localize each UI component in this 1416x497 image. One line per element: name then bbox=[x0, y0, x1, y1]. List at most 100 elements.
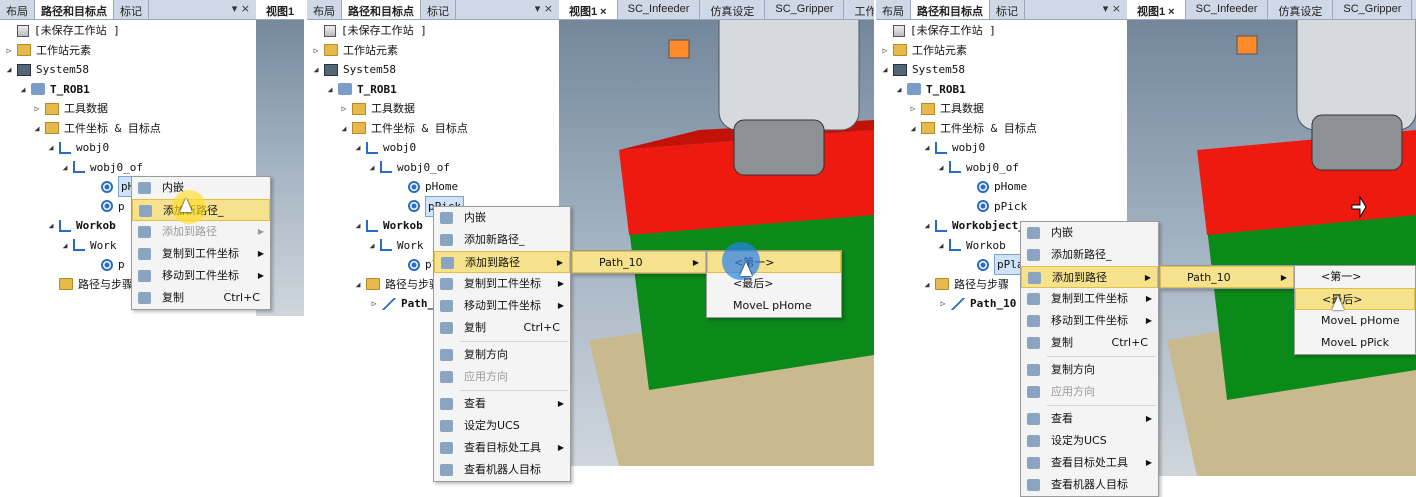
expand-arrow-icon[interactable]: ▷ bbox=[908, 99, 918, 118]
tree-node[interactable]: ◢ System58 bbox=[311, 60, 396, 79]
tree-node[interactable]: ◢ wobj0_of bbox=[367, 158, 450, 177]
tree-node[interactable]: ◢ Workob bbox=[353, 216, 423, 235]
tree-node[interactable]: ◢ wobj0_of bbox=[936, 158, 1019, 177]
view-tab[interactable]: SC_Gripper bbox=[765, 0, 845, 19]
tree-node[interactable]: ◢ T_ROB1 bbox=[18, 80, 90, 99]
tree-node[interactable]: ◢ 工件坐标 & 目标点 bbox=[32, 119, 161, 138]
view-tab[interactable]: 仿真设定 bbox=[1268, 0, 1334, 19]
tab-layout[interactable]: 布局 bbox=[0, 0, 35, 19]
expand-arrow-icon[interactable]: ◢ bbox=[353, 216, 363, 235]
menu-item[interactable]: 查看机器人目标 bbox=[1021, 474, 1158, 496]
tree-node[interactable]: ◢ wobj0_of bbox=[60, 158, 143, 177]
tree-node[interactable]: ▷ 工作站元素 bbox=[880, 41, 967, 60]
view-tab[interactable]: 仿真设定 bbox=[700, 0, 766, 19]
menu-item[interactable]: 设定为UCS bbox=[434, 415, 570, 437]
menu-item[interactable]: 添加新路径_ bbox=[1021, 244, 1158, 266]
view-tab[interactable]: 工作 bbox=[844, 0, 874, 19]
menu-item[interactable]: 复制到工件坐标 ▶ bbox=[132, 243, 270, 265]
tree-node[interactable]: pl bbox=[395, 255, 438, 274]
tree-node[interactable]: ◢ System58 bbox=[880, 60, 965, 79]
expand-arrow-icon[interactable]: ▷ bbox=[4, 41, 14, 60]
tree-node[interactable]: ◢ 路径与步骤 bbox=[353, 275, 440, 294]
tree-node[interactable]: 路径与步骤 bbox=[46, 275, 133, 294]
submenu-item[interactable]: Path_10 ▶ bbox=[572, 251, 706, 273]
expand-arrow-icon[interactable]: ▷ bbox=[880, 41, 890, 60]
tree-node[interactable]: ◢ Workobject_1 bbox=[922, 216, 1032, 235]
expand-arrow-icon[interactable]: ◢ bbox=[60, 236, 70, 255]
menu-item[interactable]: 复制方向 bbox=[434, 344, 570, 366]
expand-arrow-icon[interactable]: ◢ bbox=[922, 216, 932, 235]
expand-arrow-icon[interactable]: ▷ bbox=[32, 99, 42, 118]
tree-node[interactable]: ◢ System58 bbox=[4, 60, 89, 79]
tree-node[interactable]: ◢ Workob bbox=[46, 216, 116, 235]
tree-node[interactable]: ▷ 工具数据 bbox=[339, 99, 415, 118]
submenu-paths[interactable]: Path_10 ▶ bbox=[1159, 265, 1295, 289]
tree-node[interactable]: ◢ 工件坐标 & 目标点 bbox=[339, 119, 468, 138]
expand-arrow-icon[interactable]: ◢ bbox=[880, 60, 890, 79]
view-tab[interactable]: SC_Infeeder bbox=[618, 0, 701, 19]
menu-item[interactable]: 查看目标处工具 ▶ bbox=[434, 437, 570, 459]
tab-view1[interactable]: 视图1 bbox=[256, 0, 304, 19]
expand-arrow-icon[interactable]: ▷ bbox=[938, 294, 948, 313]
menu-item[interactable]: 查看 ▶ bbox=[434, 393, 570, 415]
tree-node[interactable]: ▷ 工作站元素 bbox=[4, 41, 91, 60]
tree-node[interactable]: p bbox=[88, 197, 125, 216]
submenu-item[interactable]: MoveL pHome bbox=[1295, 310, 1415, 332]
expand-arrow-icon[interactable]: ◢ bbox=[60, 158, 70, 177]
expand-arrow-icon[interactable]: ◢ bbox=[908, 119, 918, 138]
tree-node[interactable]: ◢ T_ROB1 bbox=[894, 80, 966, 99]
tree-node[interactable]: ▷ Path_10 bbox=[938, 294, 1017, 313]
expand-arrow-icon[interactable]: ◢ bbox=[18, 80, 28, 99]
context-menu[interactable]: 内嵌 添加新路径_ 添加到路径 ▶ 复制到工件坐标 ▶ 移动到工件坐标 ▶ 复制 Ctrl+C 复制… bbox=[433, 206, 571, 482]
menu-item[interactable]: 复制到工件坐标 ▶ bbox=[434, 273, 570, 295]
panel-3-viewport[interactable]: 视图1 × SC_Infeeder 仿真设定 SC_Gripper bbox=[1127, 0, 1416, 476]
expand-arrow-icon[interactable]: ◢ bbox=[46, 216, 56, 235]
tree-node[interactable]: pPick bbox=[964, 197, 1027, 216]
expand-arrow-icon[interactable]: ◢ bbox=[339, 119, 349, 138]
view-tab[interactable]: 视图1 × bbox=[559, 0, 618, 19]
tree-node[interactable]: ▷ 工作站元素 bbox=[311, 41, 398, 60]
expand-arrow-icon[interactable]: ▷ bbox=[311, 41, 321, 60]
expand-arrow-icon[interactable]: ◢ bbox=[325, 80, 335, 99]
expand-arrow-icon[interactable]: ◢ bbox=[367, 236, 377, 255]
menu-item[interactable]: 查看目标处工具 ▶ bbox=[1021, 452, 1158, 474]
tab-paths-targets[interactable]: 路径和目标点 bbox=[35, 0, 114, 19]
menu-item[interactable]: 复制 Ctrl+C bbox=[132, 287, 270, 309]
menu-item[interactable]: 复制 Ctrl+C bbox=[1021, 332, 1158, 354]
tree-node[interactable]: pHome bbox=[395, 177, 458, 196]
menu-item[interactable]: 添加新路径_ bbox=[434, 229, 570, 251]
submenu-item[interactable]: Path_10 ▶ bbox=[1160, 266, 1294, 288]
tab-paths-targets[interactable]: 路径和目标点 bbox=[911, 0, 990, 19]
tree-node[interactable]: [未保存工作站 ] bbox=[4, 21, 120, 40]
expand-arrow-icon[interactable]: ◢ bbox=[894, 80, 904, 99]
submenu-paths[interactable]: Path_10 ▶ bbox=[571, 250, 707, 274]
menu-item[interactable]: 查看机器人目标 bbox=[434, 459, 570, 481]
tree-node[interactable]: p bbox=[88, 255, 125, 274]
tree-node[interactable]: ◢ wobj0 bbox=[353, 138, 417, 157]
tree-node[interactable]: ▷ 工具数据 bbox=[908, 99, 984, 118]
menu-item[interactable]: 移动到工件坐标 ▶ bbox=[434, 295, 570, 317]
menu-item[interactable]: 内嵌 bbox=[1021, 222, 1158, 244]
menu-item[interactable]: 复制到工件坐标 ▶ bbox=[1021, 288, 1158, 310]
expand-arrow-icon[interactable]: ◢ bbox=[936, 158, 946, 177]
tree-node[interactable]: [未保存工作站 ] bbox=[880, 21, 996, 40]
expand-arrow-icon[interactable]: ◢ bbox=[367, 158, 377, 177]
tab-controls[interactable]: ▾ × bbox=[226, 0, 256, 19]
tree-node[interactable]: pHome bbox=[964, 177, 1027, 196]
menu-item[interactable]: 查看 ▶ bbox=[1021, 408, 1158, 430]
tree-node[interactable]: ▷ Path_1 bbox=[369, 294, 441, 313]
tab-markup[interactable]: 标记 bbox=[114, 0, 149, 19]
view-tab[interactable]: 视图1 × bbox=[1127, 0, 1186, 19]
menu-item[interactable]: 内嵌 bbox=[434, 207, 570, 229]
tree-node[interactable]: [未保存工作站 ] bbox=[311, 21, 427, 40]
tab-markup[interactable]: 标记 bbox=[421, 0, 456, 19]
expand-arrow-icon[interactable]: ◢ bbox=[46, 138, 56, 157]
tab-controls[interactable]: ▾ × bbox=[1097, 0, 1127, 19]
submenu-item[interactable]: <最后> bbox=[707, 273, 841, 295]
expand-arrow-icon[interactable]: ▷ bbox=[339, 99, 349, 118]
expand-arrow-icon[interactable]: ◢ bbox=[922, 275, 932, 294]
expand-arrow-icon[interactable]: ◢ bbox=[936, 236, 946, 255]
menu-item[interactable]: 复制方向 bbox=[1021, 359, 1158, 381]
submenu-item[interactable]: <第一> bbox=[1295, 266, 1415, 288]
submenu-item[interactable]: MoveL pHome bbox=[707, 295, 841, 317]
